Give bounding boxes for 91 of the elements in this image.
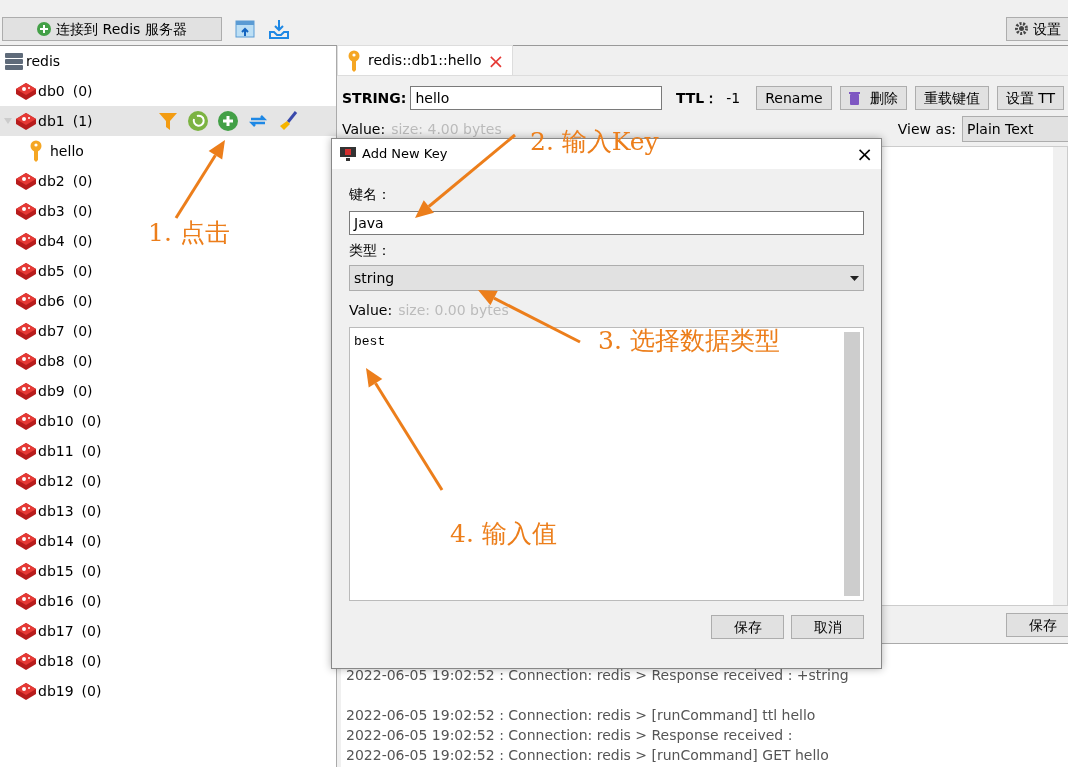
tree-item[interactable]: db11 (0) [0, 436, 102, 466]
tree-item[interactable]: db12 (0) [0, 466, 102, 496]
key-name-field[interactable]: Java [349, 211, 864, 235]
download-icon[interactable] [268, 17, 290, 40]
database-icon [14, 260, 38, 282]
gear-icon [1015, 22, 1028, 35]
expand-icon [4, 116, 12, 125]
scrollbar[interactable] [844, 332, 860, 596]
tree-item[interactable]: db17 (0) [0, 616, 102, 646]
tree-item[interactable]: db4 (0) [0, 226, 93, 256]
tree-item[interactable]: db9 (0) [0, 376, 93, 406]
annotation-label: 2. 输入Key [530, 129, 659, 154]
log-line: 2022-06-05 19:02:52 : Connection: redis > Response received : [346, 726, 794, 745]
database-icon [14, 680, 38, 702]
database-icon [14, 200, 38, 222]
log-line: 2022-06-05 19:02:52 : Connection: redis > [runCommand] ttl hello [346, 706, 817, 725]
database-icon [14, 170, 38, 192]
add-icon[interactable] [217, 111, 238, 131]
tree-item[interactable]: db13 (0) [0, 496, 102, 526]
settings-button[interactable]: 设置 [1006, 16, 1068, 41]
tree-item[interactable]: db1 (1) [0, 106, 336, 136]
database-icon [14, 470, 38, 492]
database-icon [14, 620, 38, 642]
app-icon [340, 147, 356, 161]
tree-item[interactable]: db19 (0) [0, 676, 102, 706]
filter-icon[interactable] [157, 111, 178, 131]
tree-item[interactable]: db0 (0) [0, 76, 93, 106]
view-mode-select[interactable]: Plain Text [962, 116, 1068, 142]
key-action-button[interactable]: 重载键值 [914, 86, 989, 110]
ttl-value: -1 [726, 88, 741, 108]
value-label: Value: [349, 300, 393, 320]
key-action-button[interactable]: Rename [756, 86, 832, 110]
connection-name[interactable]: redis [26, 50, 61, 72]
key-icon [346, 49, 362, 72]
tree-item[interactable]: db6 (0) [0, 286, 93, 316]
tree-item[interactable]: db2 (0) [0, 166, 93, 196]
log-line: 2022-06-05 19:02:52 : Connection: redis > [runCommand] GET hello [346, 746, 830, 765]
tree-item[interactable]: db14 (0) [0, 526, 102, 556]
database-icon [14, 230, 38, 252]
database-icon [14, 560, 38, 582]
key-icon [28, 140, 44, 162]
tree-item[interactable]: db5 (0) [0, 256, 93, 286]
import-icon[interactable] [234, 17, 256, 40]
close-button[interactable]: × [856, 144, 873, 164]
type-select[interactable]: string [349, 265, 864, 291]
tree-item[interactable]: hello [0, 136, 84, 166]
cancel-button[interactable]: 取消 [791, 615, 864, 639]
annotation-label: 1. 点击 [148, 220, 230, 245]
type-label: 类型： [349, 240, 392, 260]
tree-item[interactable]: db15 (0) [0, 556, 102, 586]
ttl-label: TTL： [675, 88, 719, 108]
annotation-label: 3. 选择数据类型 [598, 328, 780, 353]
tree-item[interactable]: db7 (0) [0, 316, 93, 346]
log-line: 2022-06-05 19:02:52 : Connection: redis > Response received : +string [346, 666, 850, 685]
database-icon [14, 80, 38, 102]
key-name-label: 键名： [349, 184, 392, 204]
trash-icon [848, 91, 860, 105]
annotation-label: 4. 输入值 [450, 521, 557, 546]
database-icon [14, 440, 38, 462]
tree-item[interactable]: db18 (0) [0, 646, 102, 676]
type-label: STRING: [342, 88, 407, 108]
database-icon [14, 410, 38, 432]
add-icon [37, 21, 52, 36]
close-tab-button[interactable]: × [487, 50, 505, 71]
caret-icon [850, 275, 859, 281]
save-button[interactable]: 保存 [1006, 612, 1068, 637]
connect-button[interactable]: 连接到 Redis 服务器 [2, 16, 222, 41]
key-action-button[interactable]: 设置 TT [996, 86, 1064, 110]
tree-item[interactable]: db16 (0) [0, 586, 102, 616]
key-name-field[interactable]: hello [410, 86, 662, 110]
value-label: Value: [342, 119, 386, 139]
database-icon [14, 650, 38, 672]
database-icon [14, 530, 38, 552]
editor-tab[interactable]: redis::db1::hello × [337, 45, 514, 75]
view-as-label: View as: [897, 119, 956, 139]
tree-item[interactable]: db8 (0) [0, 346, 93, 376]
tree-item[interactable]: db10 (0) [0, 406, 102, 436]
database-icon [14, 110, 38, 132]
database-icon [14, 350, 38, 372]
database-icon [14, 290, 38, 312]
database-icon [14, 380, 38, 402]
database-icon [14, 590, 38, 612]
dialog-title: Add New Key [362, 145, 448, 164]
database-icon [14, 320, 38, 342]
key-action-button[interactable]: 删除 [839, 86, 907, 110]
reload-icon[interactable] [187, 111, 208, 131]
tree-item[interactable]: db3 (0) [0, 196, 93, 226]
scrollbar[interactable] [1053, 147, 1067, 605]
database-icon [14, 500, 38, 522]
save-button[interactable]: 保存 [711, 615, 784, 639]
server-icon [4, 51, 24, 71]
